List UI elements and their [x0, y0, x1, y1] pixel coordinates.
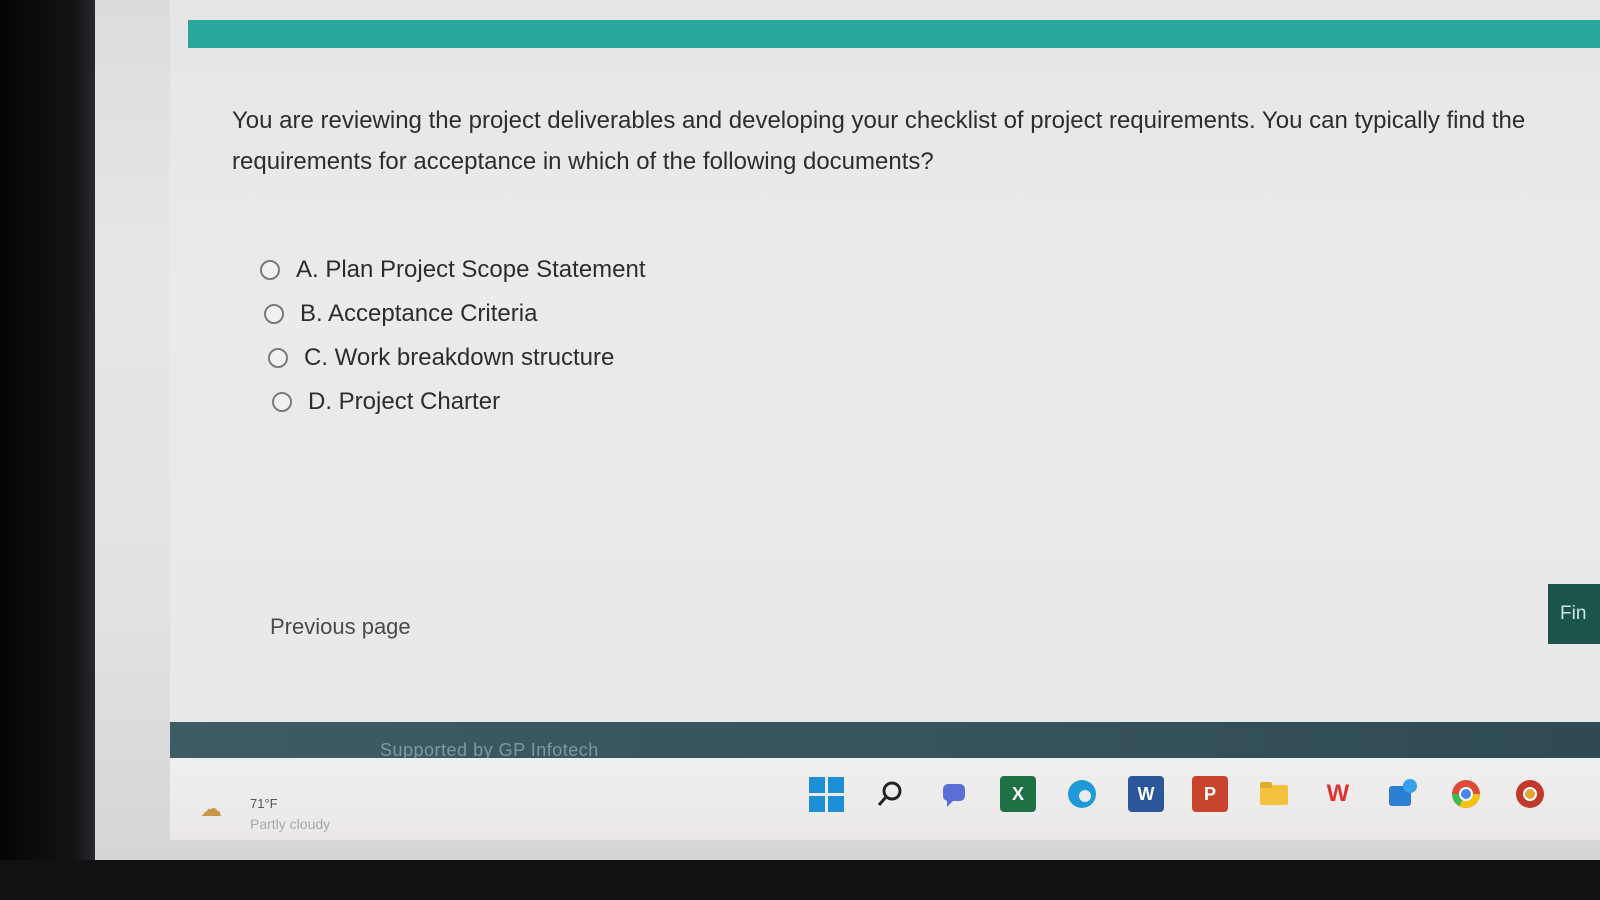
- excel-icon[interactable]: X: [1000, 776, 1036, 812]
- option-b[interactable]: B. Acceptance Criteria: [264, 292, 646, 336]
- edge-icon[interactable]: [1064, 776, 1100, 812]
- option-label: A. Plan Project Scope Statement: [296, 256, 646, 283]
- finish-button[interactable]: Fin: [1548, 584, 1600, 644]
- word-icon[interactable]: W: [1128, 776, 1164, 812]
- weather-description[interactable]: Partly cloudy: [250, 816, 330, 832]
- monitor-bezel-left: [0, 0, 95, 900]
- option-label: D. Project Charter: [308, 388, 501, 415]
- answer-options: A. Plan Project Scope Statement B. Accep…: [260, 248, 646, 424]
- radio-button-icon[interactable]: [272, 392, 292, 412]
- powerpoint-icon[interactable]: P: [1192, 776, 1228, 812]
- weather-icon[interactable]: ☁: [200, 796, 222, 822]
- option-d[interactable]: D. Project Charter: [272, 380, 646, 424]
- search-icon[interactable]: [872, 776, 908, 812]
- radio-button-icon[interactable]: [268, 348, 288, 368]
- radio-button-icon[interactable]: [260, 260, 280, 280]
- question-text: You are reviewing the project deliverabl…: [232, 107, 1526, 175]
- option-a[interactable]: A. Plan Project Scope Statement: [260, 248, 646, 292]
- header-accent-bar: [188, 20, 1600, 48]
- weather-temperature[interactable]: 71°F: [250, 796, 278, 811]
- option-label: C. Work breakdown structure: [304, 344, 615, 371]
- chrome-canary-icon[interactable]: [1512, 776, 1548, 812]
- option-c[interactable]: C. Work breakdown structure: [268, 336, 646, 380]
- wps-icon[interactable]: W: [1320, 776, 1356, 812]
- previous-page-link[interactable]: Previous page: [270, 614, 411, 640]
- windows-start-icon[interactable]: [808, 776, 844, 812]
- monitor-bezel-bottom: [0, 860, 1600, 900]
- option-label: B. Acceptance Criteria: [300, 300, 538, 327]
- radio-button-icon[interactable]: [264, 304, 284, 324]
- file-explorer-icon[interactable]: [1256, 776, 1292, 812]
- chrome-icon[interactable]: [1448, 776, 1484, 812]
- app-icon[interactable]: [1384, 776, 1420, 812]
- chat-icon[interactable]: [936, 776, 972, 812]
